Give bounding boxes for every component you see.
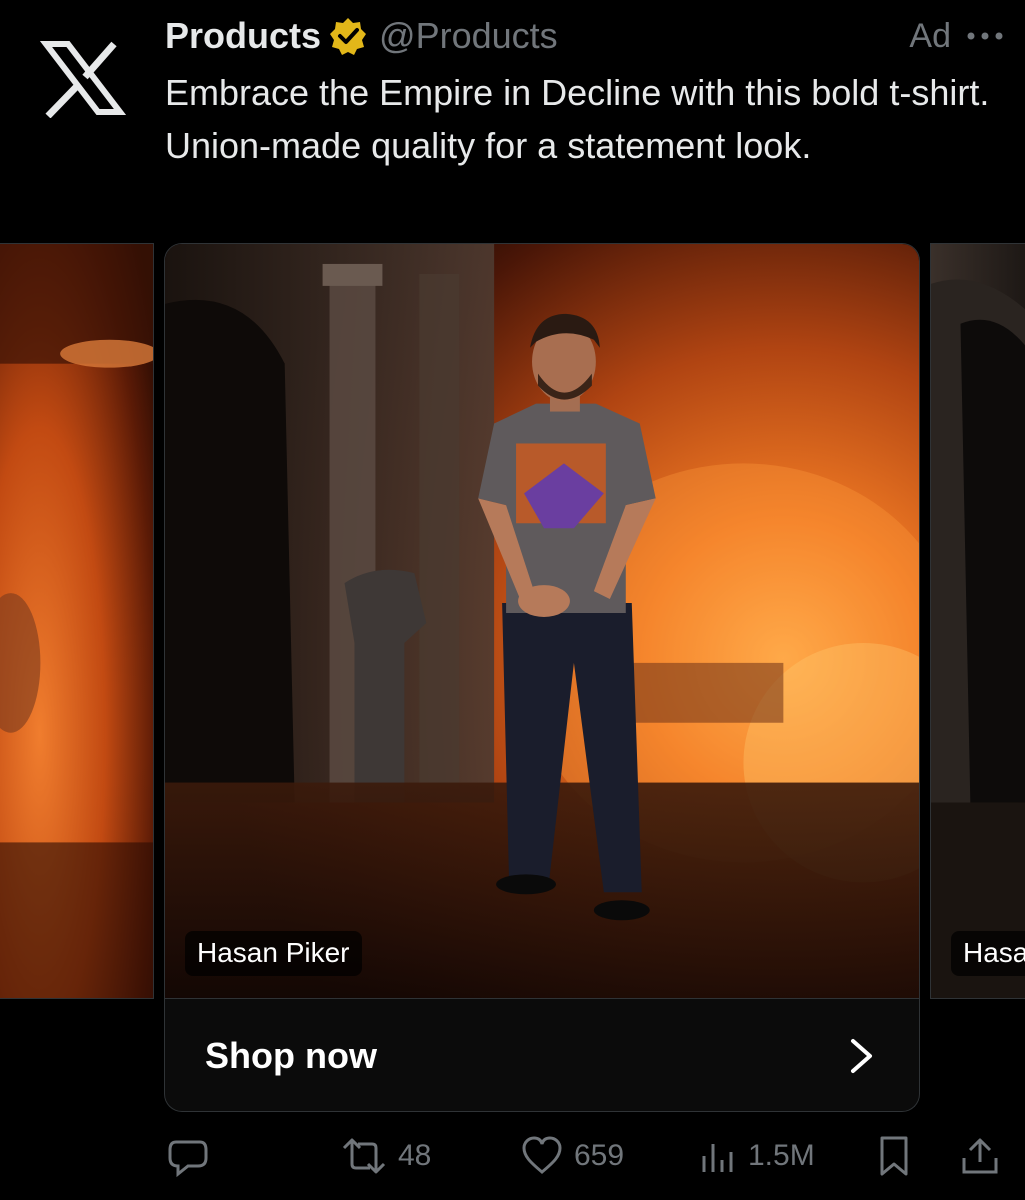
bookmark-button[interactable]	[876, 1134, 912, 1178]
product-image	[165, 244, 919, 998]
views-icon	[698, 1134, 738, 1178]
views-count: 1.5M	[748, 1139, 815, 1172]
display-name[interactable]: Products	[165, 15, 321, 57]
handle[interactable]: @Products	[379, 15, 558, 57]
shop-now-button[interactable]: Shop now	[164, 999, 920, 1112]
reply-button[interactable]	[166, 1134, 210, 1178]
bookmark-icon	[876, 1134, 912, 1178]
verified-badge-icon[interactable]	[329, 17, 367, 55]
like-count: 659	[574, 1139, 625, 1172]
post-header: Products @Products Ad	[165, 14, 1005, 58]
x-logo-icon[interactable]	[39, 38, 127, 119]
media-tag: Hasan Piker	[185, 931, 362, 976]
repost-button[interactable]: 48	[340, 1134, 431, 1178]
carousel-card-next[interactable]: Hasa	[930, 243, 1025, 999]
action-bar: 48 659 1.5M	[0, 1130, 1025, 1186]
post-text: Embrace the Empire in Decline with this …	[165, 72, 990, 166]
product-image	[0, 244, 153, 998]
reply-icon	[166, 1134, 210, 1178]
more-dots-icon[interactable]	[965, 26, 1005, 46]
heart-icon	[520, 1134, 564, 1178]
ad-label: Ad	[909, 16, 951, 55]
carousel-card-main[interactable]: Hasan Piker	[164, 243, 920, 999]
share-icon	[958, 1134, 1002, 1178]
shop-now-label: Shop now	[205, 1035, 377, 1076]
product-image	[931, 244, 1025, 998]
chevron-right-icon	[849, 1037, 875, 1075]
repost-count: 48	[398, 1139, 432, 1172]
views-button[interactable]: 1.5M	[698, 1134, 815, 1178]
share-button[interactable]	[958, 1134, 1002, 1178]
repost-icon	[340, 1134, 388, 1178]
like-button[interactable]: 659	[520, 1134, 624, 1178]
media-tag: Hasa	[951, 931, 1025, 976]
carousel-card-previous[interactable]	[0, 243, 154, 999]
